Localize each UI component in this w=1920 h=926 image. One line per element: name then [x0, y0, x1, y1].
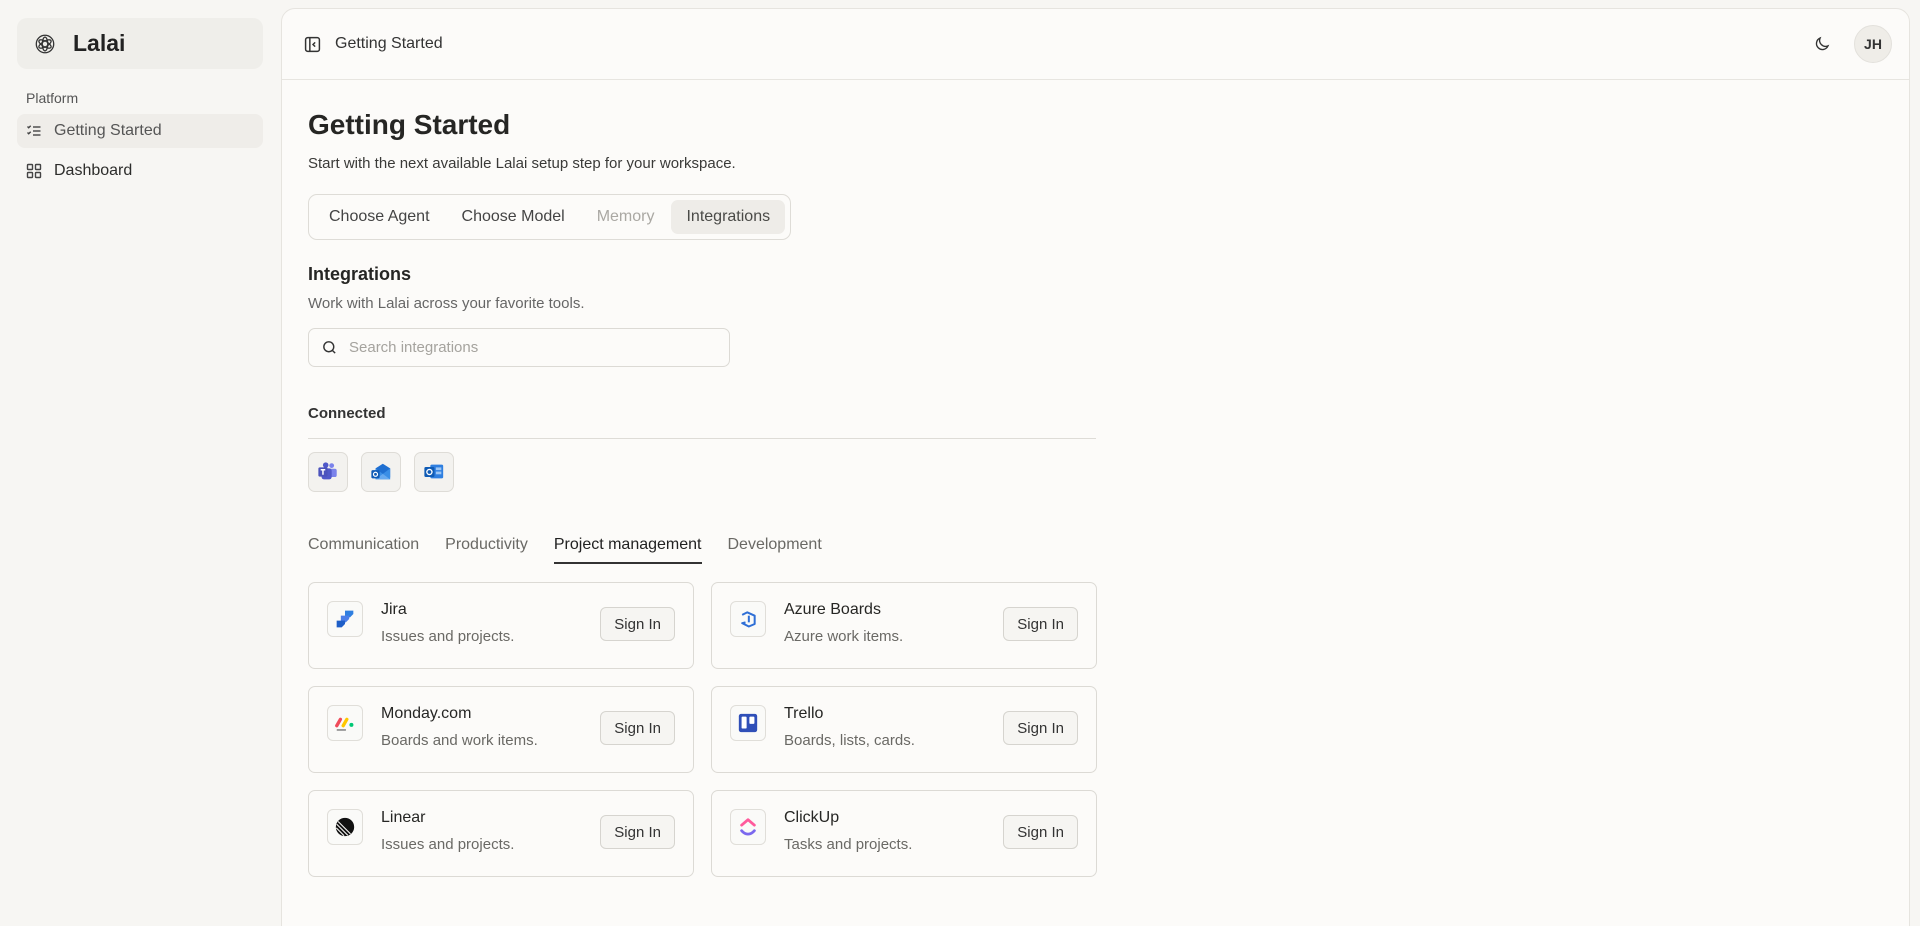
sign-in-button-trello[interactable]: Sign In	[1003, 711, 1078, 745]
sidebar-item-label: Dashboard	[54, 162, 133, 179]
microsoft-teams-icon[interactable]	[308, 452, 348, 492]
card-desc: Issues and projects.	[381, 628, 515, 645]
tab-development[interactable]: Development	[728, 536, 822, 564]
sidebar-section-label: Platform	[26, 90, 79, 106]
avatar[interactable]: JH	[1854, 25, 1892, 63]
brand-name: Lalai	[73, 30, 126, 56]
card-desc: Boards, lists, cards.	[784, 732, 915, 749]
sidebar-toggle-icon[interactable]	[302, 34, 322, 54]
tab-communication[interactable]: Communication	[308, 536, 419, 564]
card-name: Trello	[784, 705, 824, 722]
tab-choose-agent[interactable]: Choose Agent	[314, 200, 445, 234]
trello-icon	[730, 705, 766, 741]
search-box	[308, 328, 730, 367]
topbar: Getting Started JH	[282, 9, 1909, 80]
brand[interactable]: Lalai	[17, 18, 263, 69]
divider	[308, 438, 1096, 439]
search-icon	[321, 339, 338, 356]
moon-icon[interactable]	[1810, 32, 1834, 56]
search-input[interactable]	[349, 339, 709, 356]
card-name: Linear	[381, 809, 426, 826]
tab-integrations[interactable]: Integrations	[671, 200, 786, 234]
linear-icon	[327, 809, 363, 845]
sign-in-button-azure-boards[interactable]: Sign In	[1003, 607, 1078, 641]
card-desc: Issues and projects.	[381, 836, 515, 853]
card-name: ClickUp	[784, 809, 840, 826]
tab-choose-model[interactable]: Choose Model	[447, 200, 580, 234]
integration-card-jira: Jira Issues and projects. Sign In	[308, 582, 694, 669]
outlook-mail-icon[interactable]	[361, 452, 401, 492]
monday-icon	[327, 705, 363, 741]
integration-card-monday: Monday.com Boards and work items. Sign I…	[308, 686, 694, 773]
flower-logo-icon	[33, 32, 57, 56]
jira-icon	[327, 601, 363, 637]
sidebar-item-dashboard[interactable]: Dashboard	[17, 154, 263, 188]
main-panel: Getting Started JH Getting Started Start…	[281, 8, 1910, 926]
card-name: Azure Boards	[784, 601, 881, 618]
outlook-icon[interactable]	[414, 452, 454, 492]
integration-card-trello: Trello Boards, lists, cards. Sign In	[711, 686, 1097, 773]
card-name: Monday.com	[381, 705, 472, 722]
integration-card-azure-boards: Azure Boards Azure work items. Sign In	[711, 582, 1097, 669]
integrations-title: Integrations	[308, 264, 412, 284]
sidebar: Lalai Platform Getting Started Dashboard	[0, 0, 280, 926]
tab-memory[interactable]: Memory	[582, 200, 670, 234]
card-desc: Tasks and projects.	[784, 836, 913, 853]
connected-integrations	[308, 452, 1883, 492]
sidebar-item-getting-started[interactable]: Getting Started	[17, 114, 263, 148]
page-subtitle: Start with the next available Lalai setu…	[308, 155, 736, 172]
list-checks-icon	[26, 123, 42, 139]
sign-in-button-clickup[interactable]: Sign In	[1003, 815, 1078, 849]
breadcrumb: Getting Started	[335, 35, 443, 52]
integration-card-linear: Linear Issues and projects. Sign In	[308, 790, 694, 877]
sign-in-button-linear[interactable]: Sign In	[600, 815, 675, 849]
card-name: Jira	[381, 601, 407, 618]
sidebar-item-label: Getting Started	[54, 122, 162, 139]
sign-in-button-jira[interactable]: Sign In	[600, 607, 675, 641]
tab-productivity[interactable]: Productivity	[445, 536, 528, 564]
azure-boards-icon	[730, 601, 766, 637]
connected-label: Connected	[308, 405, 386, 422]
category-tabs: Communication Productivity Project manag…	[308, 536, 1096, 564]
card-desc: Azure work items.	[784, 628, 904, 645]
card-desc: Boards and work items.	[381, 732, 538, 749]
setup-step-tabs: Choose Agent Choose Model Memory Integra…	[308, 194, 792, 240]
integrations-subtitle: Work with Lalai across your favorite too…	[308, 295, 585, 312]
clickup-icon	[730, 809, 766, 845]
tab-project-management[interactable]: Project management	[553, 536, 702, 564]
integration-grid: Jira Issues and projects. Sign In Azure …	[308, 582, 1883, 877]
grid-icon	[26, 163, 42, 179]
integration-card-clickup: ClickUp Tasks and projects. Sign In	[711, 790, 1097, 877]
sign-in-button-monday[interactable]: Sign In	[600, 711, 675, 745]
page-title: Getting Started	[308, 109, 511, 140]
